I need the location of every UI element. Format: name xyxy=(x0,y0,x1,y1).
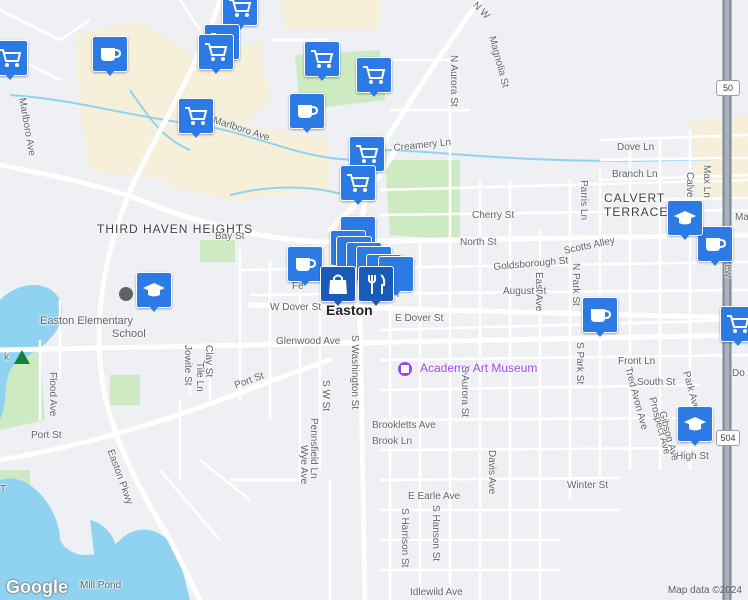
street-n-aurora-st: N Aurora St xyxy=(448,55,459,107)
coffee-cup-icon xyxy=(296,258,317,271)
street-south-st: South St xyxy=(637,377,676,388)
town-easton: Easton xyxy=(326,302,373,318)
fork-knife-icon xyxy=(368,274,386,294)
coffee-cup-icon xyxy=(706,238,727,251)
graduation-cap-icon xyxy=(674,211,696,225)
coffee-cup-icon xyxy=(298,105,319,118)
poi-academy-art-museum[interactable]: Academy Art Museum xyxy=(420,362,537,374)
street-cherry-st: Cherry St xyxy=(472,210,515,221)
graduation-cap-icon xyxy=(684,417,706,431)
cart-icon xyxy=(205,43,228,61)
street-idlewild-ave: Idlewild Ave xyxy=(410,587,463,598)
street-n-park-st: N Park St xyxy=(570,263,581,306)
pin-grocery[interactable] xyxy=(0,40,28,80)
place-calvert-terrace-line1: CALVERT xyxy=(604,191,666,205)
street-tile-ln: Tile Ln xyxy=(194,362,205,392)
street-branch-ln: Branch Ln xyxy=(612,169,658,180)
pin-school[interactable] xyxy=(667,200,703,240)
coffee-cup-icon xyxy=(101,48,122,61)
google-logo[interactable]: Google xyxy=(6,577,68,598)
street-e-earle-ave: E Earle Ave xyxy=(408,491,461,502)
pin-cafe[interactable] xyxy=(92,36,128,76)
street-max-ln: Max Ln xyxy=(701,165,712,198)
street-davis-ave: Davis Ave xyxy=(486,450,497,495)
street-t-partial: T xyxy=(0,484,7,495)
cart-icon xyxy=(185,107,208,125)
pin-grocery[interactable] xyxy=(178,98,214,138)
street-s-park-st: S Park St xyxy=(574,342,585,385)
cart-icon xyxy=(347,174,370,192)
us-50-shield: 50 xyxy=(716,80,740,96)
pin-grocery[interactable] xyxy=(340,165,376,205)
coffee-cup-icon xyxy=(591,309,612,322)
shopping-bag-icon xyxy=(329,274,347,294)
street-high-st: High St xyxy=(676,451,709,462)
street-pennsfield-ln: Pennsfield Ln xyxy=(308,418,319,479)
pin-school[interactable] xyxy=(677,406,713,446)
poi-easton-elementary-line1[interactable]: Easton Elementary xyxy=(40,315,133,328)
map-canvas[interactable]: THIRD HAVEN HEIGHTS CALVERT TERRACE East… xyxy=(0,0,748,600)
cart-icon xyxy=(229,0,252,17)
street-s-harrison-st: S Harrison St xyxy=(399,508,410,568)
pin-school[interactable] xyxy=(136,272,172,312)
pin-cafe[interactable] xyxy=(287,246,323,286)
street-s-w-st: S W St xyxy=(320,380,331,412)
cart-icon xyxy=(311,50,334,68)
street-ma-partial: Ma xyxy=(735,212,748,223)
pin-grocery[interactable] xyxy=(304,41,340,81)
pin-shopping[interactable] xyxy=(320,266,356,306)
pin-grocery[interactable] xyxy=(720,306,748,346)
street-w-dover-st: W Dover St xyxy=(270,302,322,313)
pin-restaurant[interactable] xyxy=(358,266,394,306)
pin-cafe[interactable] xyxy=(582,297,618,337)
pin-grocery[interactable] xyxy=(356,57,392,97)
street-port-st-west: Port St xyxy=(31,430,62,441)
pin-grocery[interactable] xyxy=(198,34,234,74)
street-wye-ave: Wye Ave xyxy=(298,445,309,485)
cart-icon xyxy=(727,315,748,333)
street-north-st: North St xyxy=(460,237,497,248)
md-504-shield: 504 xyxy=(716,430,740,446)
street-east-ave: East Ave xyxy=(533,272,544,312)
street-calvert-partial: Calve xyxy=(684,172,695,198)
street-brookletts-ave: Brookletts Ave xyxy=(372,420,436,431)
street-parris-ln: Parris Ln xyxy=(578,180,589,221)
water-mill-pond: Mill Pond xyxy=(80,580,122,591)
graduation-cap-icon xyxy=(143,283,165,297)
street-bay-st: Bay St xyxy=(215,231,245,242)
pin-cafe[interactable] xyxy=(289,93,325,133)
street-flood-ave: Flood Ave xyxy=(47,372,58,417)
street-s-washington-st: S Washington St xyxy=(349,335,360,410)
street-front-ln: Front Ln xyxy=(618,356,656,367)
street-s-aurora-st: S Aurora St xyxy=(459,366,470,418)
cart-icon xyxy=(0,49,22,67)
street-jowite-st: Jowite St xyxy=(182,345,193,386)
map-attribution[interactable]: Map data ©2024 xyxy=(668,585,742,596)
place-calvert-terrace-line2: TERRACE xyxy=(604,205,669,219)
street-do-partial: Do xyxy=(732,368,745,379)
street-s-hanson-st: S Hanson St xyxy=(430,505,441,562)
cart-icon xyxy=(363,66,386,84)
street-brook-ln: Brook Ln xyxy=(372,436,413,447)
street-glenwood-ave: Glenwood Ave xyxy=(276,336,341,347)
street-dove-ln: Dove Ln xyxy=(617,142,655,153)
cart-icon xyxy=(356,145,379,163)
street-k-partial: k xyxy=(4,352,9,363)
street-winter-st: Winter St xyxy=(567,480,609,491)
poi-easton-elementary-line2: School xyxy=(112,328,146,340)
street-e-dover-st: E Dover St xyxy=(395,313,444,324)
